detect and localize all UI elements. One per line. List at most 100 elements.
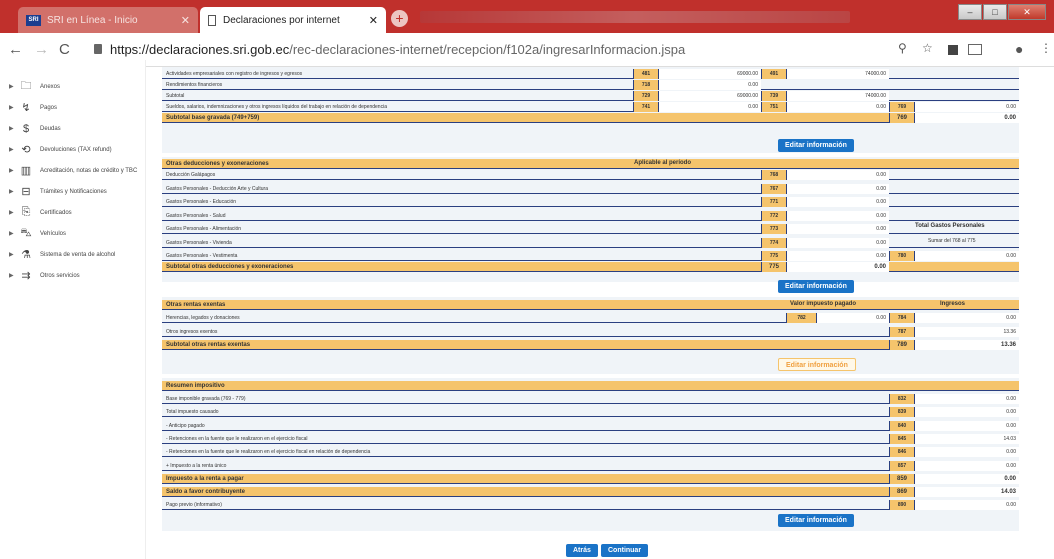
field-value[interactable]: 0.00 [786, 210, 889, 221]
field-value[interactable]: 0.00 [914, 394, 1019, 404]
field-value[interactable]: 0.00 [914, 102, 1019, 112]
edit-info-button[interactable]: Editar información [778, 139, 854, 152]
tab-sri-inicio[interactable]: SRI SRI en Línea - Inicio ✕ [18, 7, 198, 33]
field-value[interactable]: 0.00 [914, 447, 1019, 458]
field-value[interactable]: 0.00 [786, 183, 889, 194]
field-value[interactable]: 0.00 [658, 80, 761, 90]
sidebar-item[interactable]: ▶ $ Deudas [0, 118, 146, 139]
sidebar-item[interactable]: ▶ ⎘ Certificados [0, 202, 146, 223]
field-value[interactable]: 13.36 [914, 327, 1019, 337]
row-label: - Retenciones en la fuente que le realiz… [166, 435, 308, 442]
table-row: Gastos Personales - Alimentación 773 0.00 [162, 224, 1019, 234]
field-value[interactable]: 0.00 [786, 224, 889, 234]
field-value[interactable]: 14.03 [914, 433, 1019, 444]
close-tab-icon[interactable]: ✕ [181, 14, 190, 27]
field-value[interactable]: 0.00 [786, 251, 889, 261]
sidebar-item[interactable]: ▶ ⚗ Sistema de venta de alcohol [0, 244, 146, 265]
edit-info-button[interactable]: Editar información [778, 514, 854, 527]
table-row: + Impuesto a la renta único 857 0.00 [162, 460, 1019, 471]
url-path: /rec-declaraciones-internet/recepcion/f1… [289, 42, 686, 57]
field-code: 772 [761, 210, 786, 221]
field-value[interactable]: 0.00 [786, 262, 889, 272]
table-row: - Anticipo pagado 840 0.00 [162, 420, 1019, 431]
zoom-icon[interactable]: ⚲ [898, 41, 907, 55]
field-code: 768 [761, 170, 786, 180]
field-code: 832 [889, 394, 914, 404]
menu-icon[interactable]: ⋮ [1040, 41, 1052, 55]
sidebar-item-label: Trámites y Notificaciones [40, 188, 107, 195]
sidebar-item[interactable]: ▶ ▥ Acreditación, notas de crédito y TBC [0, 160, 146, 181]
field-value[interactable]: 0.00 [914, 420, 1019, 431]
field-value[interactable]: 0.00 [786, 237, 889, 248]
continue-button[interactable]: Continuar [601, 544, 649, 557]
sidebar-item[interactable]: ▶ ⇉ Otros servicios [0, 265, 146, 286]
field-code: 845 [889, 433, 914, 444]
field-value[interactable]: 69000.00 [658, 69, 761, 79]
star-icon[interactable]: ☆ [922, 41, 933, 55]
reload-icon[interactable]: C [59, 41, 70, 58]
row-label: Impuesto a la renta a pagar [166, 475, 244, 482]
new-tab-button[interactable]: + [391, 10, 408, 27]
table-row: Deducción Galápagos 768 0.00 [162, 170, 1019, 180]
row-label: Base imponible gravada (769 - 779) [166, 396, 246, 402]
field-value[interactable]: 0.00 [914, 473, 1019, 484]
sidebar-item-label: Acreditación, notas de crédito y TBC [40, 167, 138, 174]
sidebar-item[interactable]: ▶ ⛍ Vehículos [0, 223, 146, 244]
field-code: 787 [889, 327, 914, 337]
sidebar-item[interactable]: ▶ ⟲ Devoluciones (TAX refund) [0, 139, 146, 160]
extension2-icon[interactable] [968, 44, 982, 55]
field-value[interactable]: 0.00 [816, 313, 889, 323]
subtotal-row: Subtotal base gravada (749+759) 769 0.00 [162, 113, 1019, 123]
table-row: Subtotal 729 69000.00 739 74000.00 [162, 91, 1019, 101]
sidebar-item-label: Sistema de venta de alcohol [40, 251, 116, 258]
field-code: 789 [889, 340, 914, 350]
field-value[interactable]: 0.00 [658, 102, 761, 112]
sidebar-item[interactable]: ▶ ↯ Pagos [0, 97, 146, 118]
acreditacion-icon: ▥ [20, 165, 32, 177]
extension-icon[interactable] [948, 45, 958, 55]
url-field[interactable]: https://declaraciones.sri.gob.ec/rec-dec… [110, 42, 685, 57]
field-code: 774 [761, 237, 786, 248]
field-value[interactable]: 0.00 [914, 500, 1019, 511]
section-header: Otras deducciones y exoneraciones [162, 159, 1019, 169]
deudas-icon: $ [22, 122, 30, 135]
sidebar-item-label: Pagos [40, 104, 58, 111]
row-label: + Impuesto a la renta único [166, 462, 227, 469]
row-label: Gastos Personales - Vivienda [166, 239, 232, 246]
field-value[interactable]: 69000.00 [658, 91, 761, 101]
sidebar-item[interactable]: ▶ ⊟ Trámites y Notificaciones [0, 181, 146, 202]
field-value[interactable]: 74000.00 [786, 69, 889, 79]
field-code: 857 [889, 460, 914, 471]
field-value[interactable]: 0.00 [786, 102, 889, 112]
tab-declaraciones[interactable]: Declaraciones por internet ✕ [200, 7, 386, 33]
maximize-button[interactable]: □ [983, 4, 1007, 20]
back-arrow-icon[interactable]: ← [8, 41, 23, 58]
field-value[interactable]: 14.03 [914, 487, 1019, 498]
profile-icon[interactable]: ● [1015, 41, 1023, 57]
field-value[interactable]: 0.00 [786, 170, 889, 180]
field-value[interactable]: 0.00 [914, 460, 1019, 471]
edit-info-button-disabled[interactable]: Editar información [778, 358, 856, 371]
forward-arrow-icon[interactable]: → [34, 41, 49, 58]
chevron-right-icon: ▶ [9, 147, 14, 153]
field-value[interactable]: 0.00 [914, 407, 1019, 418]
field-value[interactable]: 0.00 [914, 313, 1019, 323]
field-code: 859 [889, 473, 914, 484]
edit-info-button[interactable]: Editar información [778, 280, 854, 293]
sidebar-item[interactable]: ▶ 🗀 Anexos [0, 76, 146, 97]
field-value[interactable]: 0.00 [786, 197, 889, 207]
close-window-button[interactable]: ✕ [1008, 4, 1046, 20]
chevron-right-icon: ▶ [9, 252, 14, 258]
field-value[interactable]: 0.00 [914, 113, 1019, 123]
field-value[interactable]: 13.36 [914, 340, 1019, 350]
sidebar-item-label: Devoluciones (TAX refund) [40, 146, 112, 153]
row-label: Pago previo (informativo) [166, 502, 222, 509]
field-value[interactable]: 0.00 [914, 251, 1019, 261]
field-code: 767 [761, 183, 786, 194]
back-button[interactable]: Atrás [566, 544, 598, 557]
field-value[interactable]: 74000.00 [786, 91, 889, 101]
table-row: Actividades empresariales con registro d… [162, 69, 1019, 79]
sidebar-item-label: Vehículos [40, 230, 67, 237]
minimize-button[interactable]: – [958, 4, 982, 20]
close-tab-icon[interactable]: ✕ [369, 14, 378, 27]
